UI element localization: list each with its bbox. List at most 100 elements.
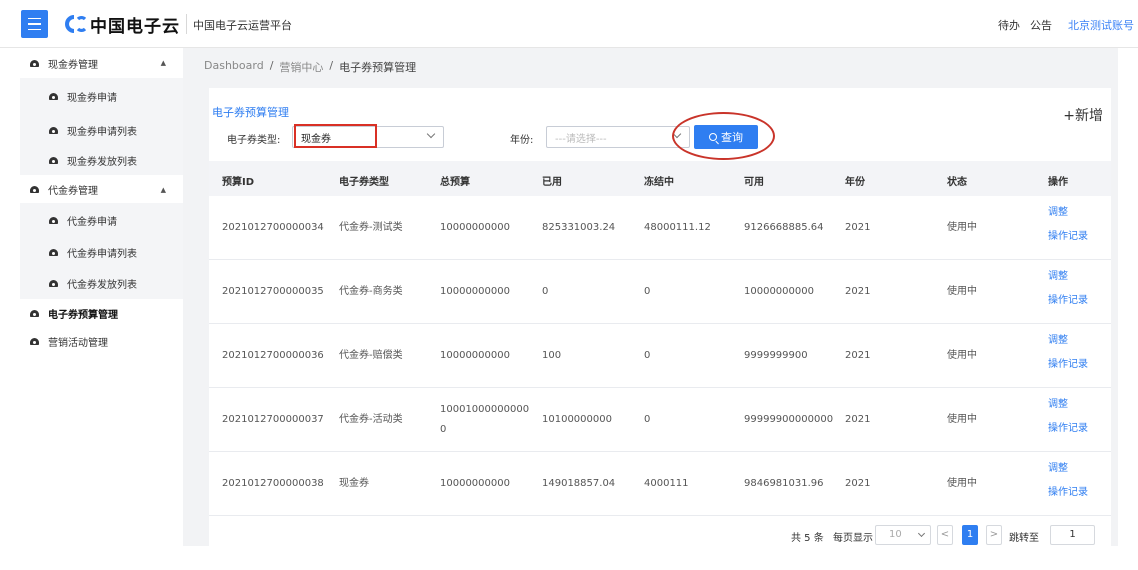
cell-available: 9126668885.64 <box>744 222 824 233</box>
operation-log-link[interactable]: 操作记录 <box>1048 357 1088 373</box>
cell-frozen: 4000111 <box>644 478 689 489</box>
logo-mark-icon <box>65 15 86 33</box>
sidebar-item-label: 代金券发放列表 <box>67 279 137 291</box>
breadcrumb-current: 电子券预算管理 <box>339 61 417 74</box>
logo[interactable]: 中国电子云 <box>64 13 180 37</box>
year-placeholder: ---请选择--- <box>555 133 607 145</box>
nav-group-voucher: 代金券管理 ▲ 代金券申请 代金券申请列表 代金券发放列表 <box>20 175 183 299</box>
page-title: 电子券预算管理 <box>212 106 289 119</box>
page-size-label: 每页显示 <box>833 533 873 544</box>
cell-frozen: 0 <box>644 286 651 297</box>
sub-list: 现金券申请 现金券申请列表 现金券发放列表 <box>20 78 183 175</box>
nav-group-cash-voucher: 现金券管理 ▲ 现金券申请 现金券申请列表 现金券发放列表 <box>20 48 183 175</box>
sidebar-item-voucher-issue-list[interactable]: 代金券发放列表 <box>20 267 183 299</box>
sidebar-item-voucher-apply-list[interactable]: 代金券申请列表 <box>20 237 183 267</box>
column-header: 操作 <box>1048 177 1068 188</box>
year-select[interactable]: ---请选择--- <box>546 126 690 148</box>
cell-year: 2021 <box>845 414 871 425</box>
hamburger-menu-icon[interactable] <box>21 10 48 38</box>
sidebar-item-label: 代金券申请 <box>67 216 117 228</box>
sidebar-item-label: 现金券申请列表 <box>67 126 137 138</box>
cell-type: 代金券-测试类 <box>339 222 403 233</box>
page-size-select[interactable]: 10 <box>875 525 931 545</box>
adjust-link[interactable]: 调整 <box>1048 269 1068 285</box>
dashboard-icon <box>30 185 39 193</box>
cell-id: 2021012700000036 <box>222 350 324 361</box>
cell-status: 使用中 <box>947 286 977 297</box>
sidebar-item-cash-issue-list[interactable]: 现金券发放列表 <box>20 145 183 175</box>
cell-type: 现金券 <box>339 478 369 489</box>
cell-status: 使用中 <box>947 350 977 361</box>
cell-total: 10000000000 <box>440 350 510 361</box>
sidebar-item-marketing-activity[interactable]: 营销活动管理 <box>20 327 183 355</box>
cell-frozen: 48000111.12 <box>644 222 711 233</box>
column-header: 已用 <box>542 177 562 188</box>
year-filter-label: 年份: <box>510 135 534 146</box>
breadcrumb-marketing[interactable]: 营销中心 <box>279 59 323 75</box>
adjust-link[interactable]: 调整 <box>1048 461 1068 477</box>
next-page-button[interactable]: > <box>986 525 1002 545</box>
sidebar-item-cash-voucher-management[interactable]: 现金券管理 ▲ <box>20 48 183 78</box>
table-row: 2021012700000036 代金券-赔偿类 10000000000 100… <box>209 324 1111 388</box>
sidebar-item-voucher-apply[interactable]: 代金券申请 <box>20 203 183 237</box>
sidebar-item-cash-apply[interactable]: 现金券申请 <box>20 78 183 115</box>
cell-id: 2021012700000035 <box>222 286 324 297</box>
add-button[interactable]: +新增 <box>1063 105 1103 125</box>
dashboard-icon <box>30 337 39 345</box>
jump-to-input[interactable]: 1 <box>1050 525 1095 545</box>
cell-used: 100 <box>542 350 562 361</box>
cell-available: 9846981031.96 <box>744 478 824 489</box>
column-header: 预算ID <box>222 177 255 188</box>
cell-total: 10000000000 <box>440 286 510 297</box>
sub-list: 代金券申请 代金券申请列表 代金券发放列表 <box>20 203 183 299</box>
column-header: 状态 <box>947 177 967 188</box>
dashboard-icon <box>49 93 58 100</box>
sidebar-item-budget-management[interactable]: 电子券预算管理 <box>20 299 183 327</box>
prev-page-button[interactable]: < <box>937 525 953 545</box>
top-bar: 中国电子云 中国电子云运营平台 待办 公告 北京测试账号 <box>0 0 1138 48</box>
cell-frozen: 0 <box>644 414 651 425</box>
dashboard-icon <box>49 126 58 134</box>
adjust-link[interactable]: 调整 <box>1048 205 1068 221</box>
chevron-down-icon <box>426 129 436 139</box>
cell-used: 10100000000 <box>542 414 612 425</box>
cell-available: 9999999900 <box>744 350 808 361</box>
cell-available: 99999900000000 <box>744 414 834 425</box>
chevron-down-icon <box>917 529 926 538</box>
adjust-link[interactable]: 调整 <box>1048 397 1068 413</box>
sidebar-item-cash-apply-list[interactable]: 现金券申请列表 <box>20 115 183 145</box>
operation-log-link[interactable]: 操作记录 <box>1048 485 1088 501</box>
sidebar-item-label: 代金券管理 <box>48 185 98 197</box>
operation-log-link[interactable]: 操作记录 <box>1048 421 1088 437</box>
cell-year: 2021 <box>845 222 871 233</box>
cell-year: 2021 <box>845 350 871 361</box>
sidebar-item-voucher-management[interactable]: 代金券管理 ▲ <box>20 175 183 203</box>
cell-used: 149018857.04 <box>542 478 616 489</box>
sidebar-item-label: 现金券管理 <box>48 59 98 71</box>
cell-total: 10001000000000 <box>440 404 530 415</box>
notice-link[interactable]: 公告 <box>1030 17 1052 33</box>
caret-up-icon: ▲ <box>160 59 166 67</box>
cell-used: 0 <box>542 286 549 297</box>
main-content: Dashboard / 营销中心 / 电子券预算管理 电子券预算管理 +新增 电… <box>183 48 1118 546</box>
highlight-box <box>294 124 377 148</box>
adjust-link[interactable]: 调整 <box>1048 333 1068 349</box>
table-row: 2021012700000037 代金券-活动类 10001000000000 … <box>209 388 1111 452</box>
page-number-current[interactable]: 1 <box>962 525 978 545</box>
cell-status: 使用中 <box>947 222 977 233</box>
table-header: 预算ID 电子券类型 总预算 已用 冻结中 可用 年份 状态 操作 <box>209 161 1111 196</box>
operation-log-link[interactable]: 操作记录 <box>1048 293 1088 309</box>
operation-log-link[interactable]: 操作记录 <box>1048 229 1088 245</box>
budget-card: 电子券预算管理 +新增 电子券类型: 现金券 年份: ---请选择--- 查询 … <box>209 88 1111 546</box>
cell-type: 代金券-活动类 <box>339 414 403 425</box>
dashboard-icon <box>49 156 58 164</box>
sidebar-item-label: 电子券预算管理 <box>48 309 118 321</box>
sidebar-item-label: 现金券发放列表 <box>67 156 137 168</box>
cell-total: 10000000000 <box>440 222 510 233</box>
todo-link[interactable]: 待办 <box>998 17 1020 33</box>
cell-frozen: 0 <box>644 350 651 361</box>
breadcrumb-home[interactable]: Dashboard <box>204 59 264 75</box>
cell-type: 代金券-赔偿类 <box>339 350 403 361</box>
cell-id: 2021012700000038 <box>222 478 324 489</box>
account-menu[interactable]: 北京测试账号 <box>1068 17 1134 33</box>
